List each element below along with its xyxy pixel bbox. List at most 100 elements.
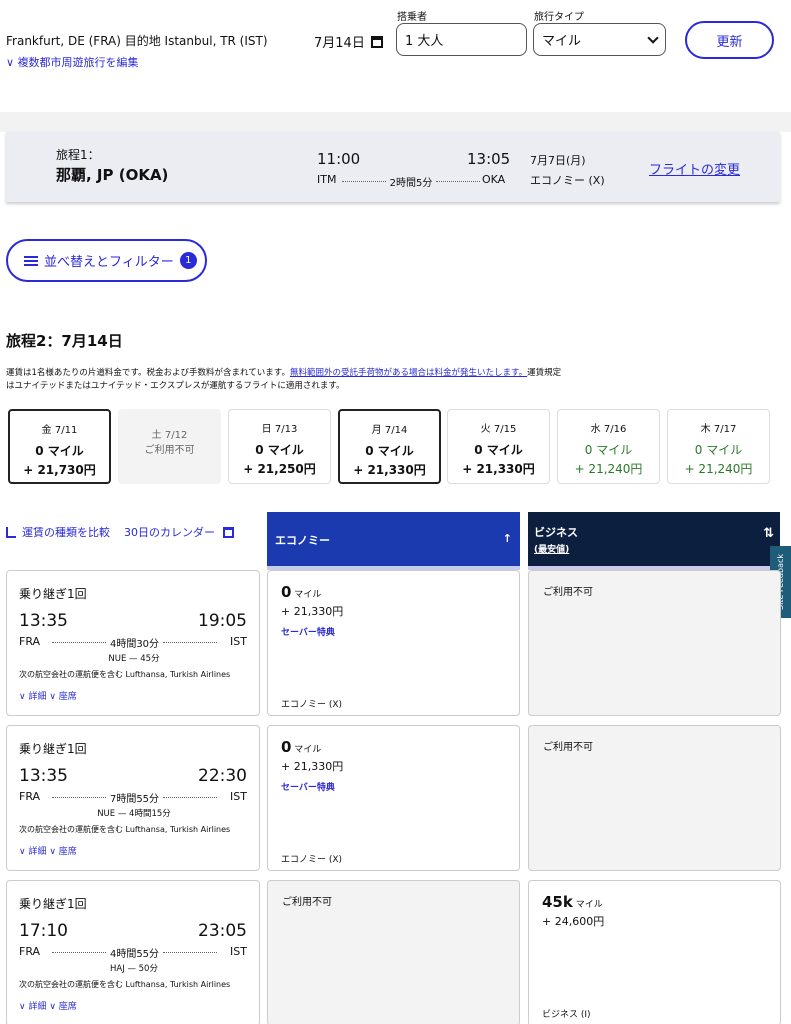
- operators-info: 次の航空会社の運航便を含む Lufthansa, Turkish Airline…: [19, 980, 231, 989]
- itinerary1-dep-code: ITM: [317, 173, 337, 186]
- cabin-label: エコノミー (X): [281, 700, 343, 710]
- economy-column-header[interactable]: エコノミー ↑: [267, 512, 520, 570]
- business-price-card[interactable]: 45k マイル + 24,600円 ビジネス (I): [528, 880, 781, 1024]
- baggage-fee-link[interactable]: 無料範囲外の受託手荷物がある場合は料金が発生いたします。: [290, 368, 527, 378]
- trip-type-select[interactable]: マイル: [533, 23, 666, 56]
- itinerary1-label: 旅程1：: [56, 148, 100, 162]
- arrival-time: 19:05: [198, 611, 247, 631]
- economy-price-card: ご利用不可: [267, 880, 520, 1024]
- calendar-30-link[interactable]: 30日のカレンダー: [124, 524, 215, 540]
- itinerary2-title: 旅程2：7月14日: [6, 332, 123, 350]
- date-option[interactable]: 日 7/13 0 マイル + 21,250円: [228, 409, 331, 484]
- edit-multicity-link[interactable]: ∨ 複数都市周遊旅行を編集: [6, 54, 139, 70]
- business-column-header[interactable]: ビジネス (最安値) ⇅: [528, 512, 780, 570]
- divider: [0, 112, 791, 132]
- date-miles: 0 マイル: [694, 443, 743, 457]
- miles-value: 0: [281, 738, 292, 756]
- itinerary1-date: 7月7日(月): [530, 154, 586, 167]
- flight-card[interactable]: 乗り継ぎ1回 17:10 23:05 FRA 4時間55分 IST HAJ — 50分 次の航…: [6, 880, 260, 1024]
- passengers-select[interactable]: 1 大人: [396, 23, 527, 56]
- date-cash: + 21,250円: [243, 462, 316, 476]
- date-option[interactable]: 金 7/11 0 マイル + 21,730円: [8, 409, 111, 484]
- miles-value: 45k: [542, 893, 573, 911]
- date-miles: 0 マイル: [365, 444, 414, 458]
- date-option[interactable]: 月 7/14 0 マイル + 21,330円: [338, 409, 441, 484]
- seats-link[interactable]: 座席: [59, 847, 77, 857]
- flight-duration: 4時間30分: [52, 635, 217, 650]
- itinerary1-cabin: エコノミー (X): [530, 174, 605, 187]
- saver-award-label: セーバー特典: [281, 783, 335, 793]
- flight-duration: 4時間55分: [52, 945, 217, 960]
- date-option[interactable]: 水 7/16 0 マイル + 21,240円: [557, 409, 660, 484]
- details-link[interactable]: 詳細: [28, 847, 46, 857]
- change-flight-link[interactable]: フライトの変更: [649, 159, 740, 178]
- itinerary1-dep-time: 11:00: [317, 150, 361, 168]
- sort-filter-label: 並べ替えとフィルター: [44, 255, 174, 270]
- departure-time: 13:35: [19, 766, 68, 786]
- route-summary: Frankfurt, DE (FRA) 目的地 Istanbul, TR (IS…: [6, 34, 268, 48]
- duration-text: 7時間55分: [109, 794, 160, 805]
- date-cash: + 21,240円: [684, 462, 753, 476]
- itinerary1-duration: 2時間5分: [342, 174, 481, 189]
- unavailable-label: ご利用不可: [543, 742, 593, 753]
- date-cash: + 21,330円: [462, 462, 535, 476]
- date-option[interactable]: 土 7/12 ご利用不可: [118, 409, 221, 484]
- chevron-down-icon: [647, 31, 659, 44]
- unavailable-label: ご利用不可: [543, 587, 593, 598]
- arrival-time: 23:05: [198, 921, 247, 941]
- economy-price-card[interactable]: 0 マイル + 21,330円 セーバー特典 エコノミー (X): [267, 725, 520, 871]
- date-option[interactable]: 木 7/17 0 マイル + 21,240円: [667, 409, 770, 484]
- trip-type-label: 旅行タイプ: [534, 12, 584, 23]
- sort-filter-button[interactable]: 並べ替えとフィルター 1: [6, 239, 207, 282]
- price-cash: + 21,330円: [281, 760, 344, 773]
- compare-fares-link[interactable]: 運賃の種類を比較: [22, 524, 110, 540]
- passengers-label: 搭乗者: [397, 12, 427, 23]
- connections-label: 乗り継ぎ1回: [19, 897, 87, 911]
- itinerary1-arr-code: OKA: [482, 173, 506, 186]
- date-day: 木 7/17: [700, 424, 737, 435]
- origin-code: FRA: [19, 635, 41, 648]
- price-miles: 0 マイル: [281, 738, 321, 756]
- date-day: 金 7/11: [41, 425, 78, 436]
- cabin-label: エコノミー (X): [281, 855, 343, 865]
- origin-code: FRA: [19, 790, 41, 803]
- arrow-up-icon: ↑: [502, 532, 512, 545]
- sliders-icon: [24, 255, 38, 266]
- destination-code: IST: [230, 945, 247, 958]
- update-button[interactable]: 更新: [685, 21, 774, 59]
- calendar-icon: [223, 526, 234, 538]
- business-header-sub: (最安値): [534, 545, 570, 555]
- date-day: 火 7/15: [480, 424, 517, 435]
- chevron-down-icon: ∨: [46, 692, 59, 702]
- flight-card[interactable]: 乗り継ぎ1回 13:35 22:30 FRA 7時間55分 IST NUE — 4時間15分…: [6, 725, 260, 871]
- duration-text: 2時間5分: [389, 178, 433, 189]
- date-cash: + 21,240円: [574, 462, 643, 476]
- layover-info: NUE — 4時間15分: [97, 809, 171, 819]
- economy-price-card[interactable]: 0 マイル + 21,330円 セーバー特典 エコノミー (X): [267, 570, 520, 716]
- miles-unit: マイル: [291, 745, 322, 755]
- fare-note: 運賃は1名様あたりの片道料金です。税金および手数料が含まれています。無料範囲外の…: [6, 367, 566, 393]
- date-miles: 0 マイル: [255, 443, 304, 457]
- seats-link[interactable]: 座席: [59, 1002, 77, 1012]
- details-link[interactable]: 詳細: [28, 692, 46, 702]
- details-links: ∨ 詳細 ∨ 座席: [19, 844, 77, 857]
- origin-code: FRA: [19, 945, 41, 958]
- destination-code: IST: [230, 790, 247, 803]
- arrival-time: 22:30: [198, 766, 247, 786]
- date-option[interactable]: 火 7/15 0 マイル + 21,330円: [447, 409, 550, 484]
- date-display[interactable]: 7月14日: [314, 32, 383, 51]
- details-link[interactable]: 詳細: [28, 1002, 46, 1012]
- filter-count-badge: 1: [179, 252, 197, 269]
- itinerary1-city: 那覇, JP (OKA): [56, 166, 169, 184]
- miles-unit: マイル: [291, 590, 322, 600]
- layover-info: HAJ — 50分: [110, 964, 158, 974]
- miles-value: 0: [281, 583, 292, 601]
- date-day: 土 7/12: [151, 430, 188, 441]
- seat-icon: [6, 526, 16, 538]
- cabin-label: ビジネス (I): [542, 1010, 591, 1020]
- date-miles: 0 マイル: [474, 443, 523, 457]
- flight-card[interactable]: 乗り継ぎ1回 13:35 19:05 FRA 4時間30分 IST NUE — 45分 次の航…: [6, 570, 260, 716]
- duration-text: 4時間30分: [109, 639, 160, 650]
- trip-type-value: マイル: [542, 34, 582, 49]
- seats-link[interactable]: 座席: [59, 692, 77, 702]
